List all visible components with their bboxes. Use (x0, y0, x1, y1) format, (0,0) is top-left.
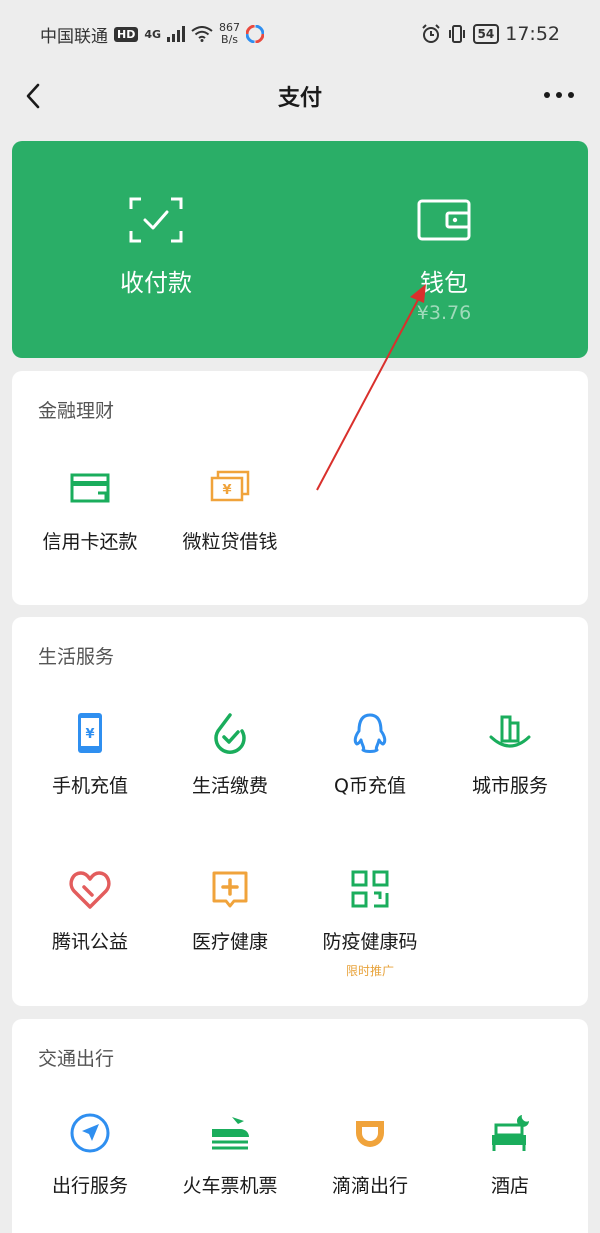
phone-recharge-button[interactable]: ¥ 手机充值 (20, 711, 160, 798)
qq-penguin-icon (353, 713, 387, 753)
wallet-icon (417, 199, 471, 241)
phone-recharge-icon: ¥ (78, 713, 102, 753)
city-services-button[interactable]: 城市服务 (440, 711, 580, 798)
clock: 17:52 (505, 23, 560, 45)
scan-check-icon (129, 197, 183, 243)
nav-bar: 支付 (0, 68, 600, 124)
status-right: 54 17:52 (421, 23, 560, 45)
pay-receive-button[interactable]: 收付款 (12, 141, 300, 358)
tile-label: 酒店 (490, 1175, 529, 1197)
wallet-label: 钱包 (420, 269, 468, 297)
credit-card-icon (70, 473, 110, 503)
network-type: 4G (144, 27, 162, 41)
wallet-balance: ¥3.76 (416, 302, 472, 324)
tile-label: 微粒贷借钱 (182, 531, 278, 553)
wallet-button[interactable]: 钱包 ¥3.76 (300, 141, 588, 358)
page-title: 支付 (277, 86, 322, 111)
tile-label: 防疫健康码 (322, 931, 418, 953)
tile-label: 火车票机票 (182, 1175, 278, 1197)
section-title: 金融理财 (38, 400, 115, 422)
svg-text:¥: ¥ (222, 483, 231, 498)
utility-bill-icon (214, 713, 246, 754)
alarm-icon (421, 24, 440, 43)
net-speed-unit: B/s (221, 33, 239, 46)
tile-label: Q币充值 (334, 775, 406, 797)
charity-heart-icon (69, 871, 111, 909)
hotel-bed-icon (492, 1115, 529, 1151)
section-title: 生活服务 (38, 646, 115, 668)
qcoin-recharge-button[interactable]: Q币充值 (300, 711, 440, 798)
health-code-button[interactable]: 防疫健康码 限时推广 (300, 867, 440, 979)
tile-label: 城市服务 (471, 775, 548, 797)
status-bar: 中国联通 HD 4G 867 B/s 54 17:52 (0, 0, 600, 68)
tencent-charity-button[interactable]: 腾讯公益 (20, 867, 160, 954)
didi-button[interactable]: 滴滴出行 (300, 1111, 440, 1198)
transport-card: 交通出行 出行服务 火车票机票 滴滴出行 酒店 (12, 1019, 588, 1233)
tile-label: 出行服务 (51, 1175, 128, 1197)
hd-badge: HD (114, 26, 139, 42)
svg-text:¥: ¥ (85, 727, 94, 742)
pay-receive-label: 收付款 (120, 269, 192, 297)
battery-indicator: 54 (472, 24, 500, 44)
train-plane-icon (212, 1117, 249, 1150)
tile-label: 手机充值 (51, 775, 128, 797)
net-speed: 867 B/s (219, 22, 240, 46)
tile-label: 医疗健康 (191, 931, 268, 953)
medical-health-button[interactable]: 医疗健康 (160, 867, 300, 954)
train-plane-tickets-button[interactable]: 火车票机票 (160, 1111, 300, 1198)
promo-tag: 限时推广 (345, 964, 394, 978)
utility-bill-button[interactable]: 生活缴费 (160, 711, 300, 798)
navigation-icon (70, 1113, 110, 1153)
loan-bills-icon: ¥ (210, 470, 250, 502)
finance-card: 金融理财 信用卡还款 ¥ 微粒贷借钱 (12, 371, 588, 605)
life-services-card: 生活服务 ¥ 手机充值 生活缴费 Q币充值 城市服务 腾讯公益 医疗健康 防疫健… (12, 617, 588, 1006)
travel-services-button[interactable]: 出行服务 (20, 1111, 160, 1198)
weilidai-loan-button[interactable]: ¥ 微粒贷借钱 (160, 467, 300, 554)
credit-card-repay-button[interactable]: 信用卡还款 (20, 467, 160, 554)
vibrate-icon (448, 25, 465, 43)
app-notification-icon (246, 25, 265, 43)
city-buildings-icon (489, 715, 531, 748)
tile-label: 腾讯公益 (51, 931, 128, 953)
qr-code-icon (351, 870, 389, 908)
section-title: 交通出行 (38, 1048, 115, 1070)
medical-cross-icon (212, 871, 248, 908)
back-chevron-icon[interactable] (20, 80, 50, 112)
status-left: 中国联通 HD 4G 867 B/s (40, 22, 265, 47)
tile-label: 信用卡还款 (42, 531, 138, 553)
hero-card: 收付款 钱包 ¥3.76 (12, 141, 588, 358)
more-dots-icon[interactable] (544, 92, 574, 98)
didi-icon (356, 1121, 384, 1147)
tile-label: 滴滴出行 (331, 1175, 408, 1197)
wifi-icon (191, 26, 213, 42)
carrier-name: 中国联通 (40, 26, 108, 47)
signal-icon (167, 26, 186, 42)
tile-label: 生活缴费 (191, 775, 268, 797)
hotel-button[interactable]: 酒店 (440, 1111, 580, 1198)
